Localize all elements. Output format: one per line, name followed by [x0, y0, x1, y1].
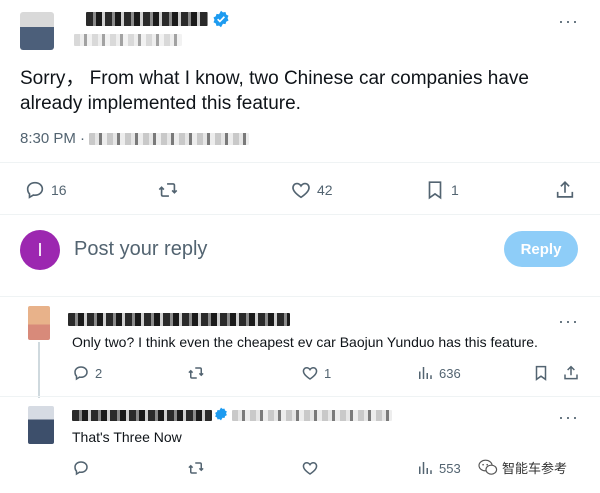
tweet-date-redacted — [89, 132, 250, 145]
main-tweet-text: Sorry， From what I know, two Chinese car… — [20, 68, 529, 114]
more-options-icon[interactable]: ··· — [558, 312, 579, 330]
retweet-icon — [158, 183, 178, 197]
bookmark-action[interactable] — [532, 364, 550, 382]
share-icon — [556, 181, 574, 198]
main-tweet-avatar[interactable] — [20, 12, 54, 50]
watermark: 智能车参考 — [478, 458, 567, 477]
verified-badge-icon — [212, 10, 230, 33]
reply-action[interactable]: 2 — [72, 364, 102, 382]
reply-author-name[interactable] — [68, 313, 290, 326]
divider — [0, 296, 600, 297]
bookmark-icon — [535, 365, 547, 381]
views-action[interactable]: 553 — [416, 459, 461, 477]
thread-line — [38, 342, 40, 398]
tweet-timestamp[interactable]: 8:30 PM · — [20, 130, 85, 147]
reply-count: 16 — [51, 182, 67, 198]
retweet-action[interactable] — [187, 459, 205, 477]
like-action[interactable]: 1 — [301, 364, 331, 382]
views-icon — [419, 462, 432, 474]
main-tweet-display-name[interactable] — [86, 12, 208, 26]
bookmark-count: 1 — [451, 182, 459, 198]
avatar-letter: I — [37, 239, 43, 260]
like-action[interactable] — [301, 459, 319, 477]
heart-icon — [292, 182, 310, 199]
view-count: 553 — [439, 460, 461, 476]
more-options-icon[interactable]: ··· — [558, 12, 579, 30]
reply-avatar[interactable] — [28, 306, 50, 340]
reply-input[interactable]: Post your reply — [74, 238, 207, 261]
reply-action[interactable]: 16 — [24, 179, 67, 201]
reply-icon — [74, 366, 88, 381]
view-count: 636 — [439, 365, 461, 381]
like-action[interactable]: 42 — [290, 179, 333, 201]
reply-action[interactable] — [72, 459, 90, 477]
divider — [0, 162, 600, 163]
share-action[interactable] — [562, 364, 580, 382]
heart-icon — [302, 366, 318, 380]
reply-author-name[interactable] — [72, 410, 212, 421]
reply-button[interactable]: Reply — [504, 231, 578, 267]
reply-icon — [74, 461, 88, 476]
share-icon — [564, 365, 578, 380]
reply-text: Only two? I think even the cheapest ev c… — [72, 334, 538, 350]
reply-icon — [26, 181, 44, 199]
main-tweet-handle[interactable] — [74, 34, 182, 46]
divider — [0, 214, 600, 215]
views-icon — [419, 367, 432, 379]
retweet-action[interactable] — [187, 364, 205, 382]
reply-author-handle[interactable] — [232, 410, 392, 421]
verified-badge-icon — [214, 407, 228, 426]
user-avatar[interactable]: I — [20, 230, 60, 270]
retweet-action[interactable] — [157, 179, 179, 201]
wechat-icon — [478, 459, 498, 475]
like-count: 1 — [324, 365, 332, 381]
bookmark-action[interactable]: 1 — [424, 179, 459, 201]
divider — [0, 396, 600, 397]
share-action[interactable] — [554, 179, 576, 201]
retweet-icon — [188, 367, 204, 379]
reply-avatar[interactable] — [28, 406, 54, 444]
reply-text: That's Three Now — [72, 429, 182, 445]
bookmark-icon — [428, 181, 442, 200]
retweet-icon — [188, 462, 204, 474]
like-count: 42 — [317, 182, 333, 198]
views-action[interactable]: 636 — [416, 364, 461, 382]
heart-icon — [302, 461, 318, 475]
reply-count: 2 — [95, 365, 103, 381]
more-options-icon[interactable]: ··· — [558, 408, 579, 426]
watermark-text: 智能车参考 — [502, 461, 568, 476]
